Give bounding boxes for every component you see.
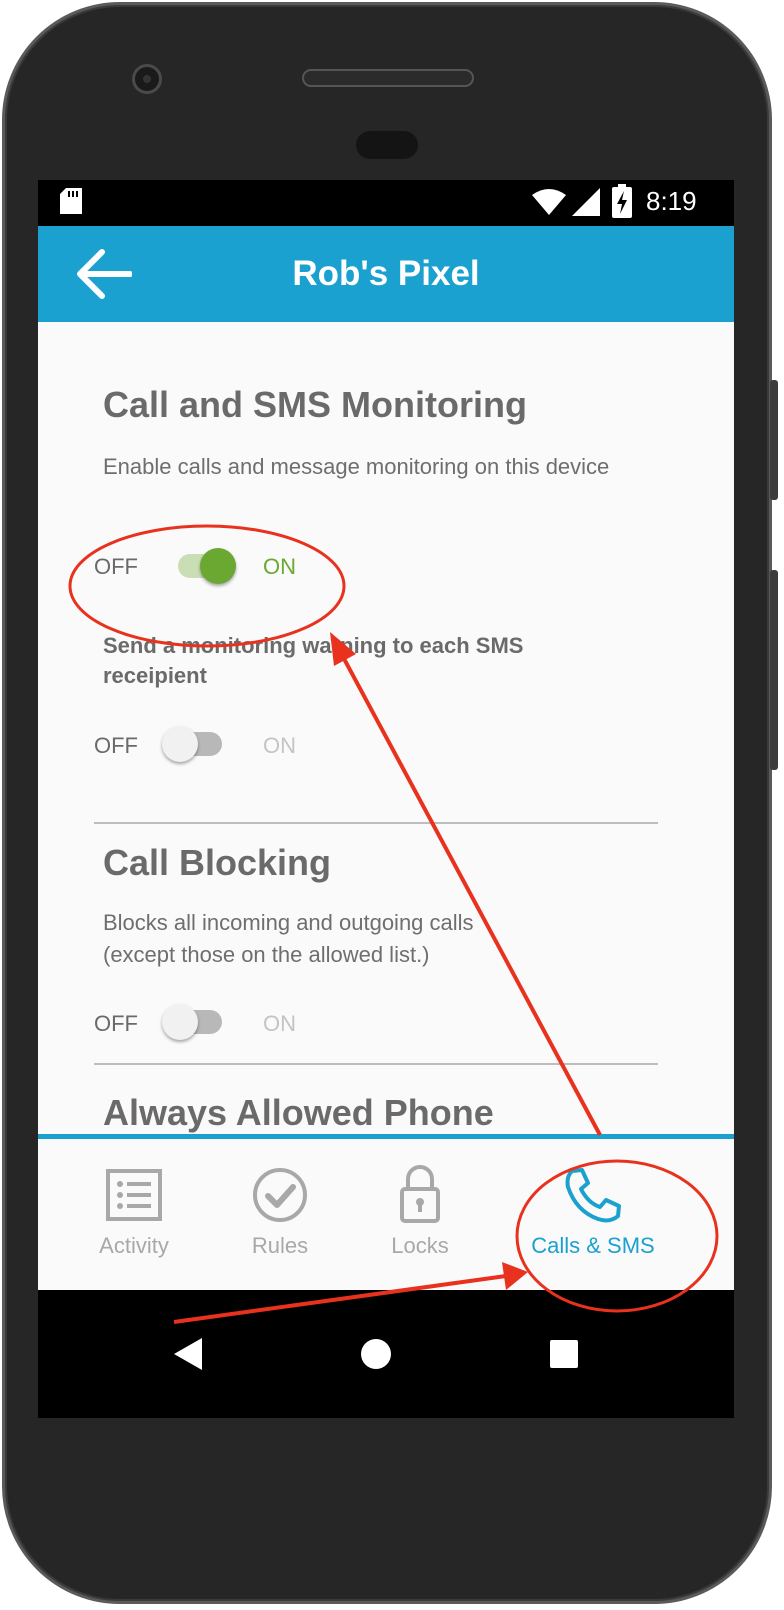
- annotation-arrow-to-nav: [173, 1262, 528, 1324]
- annotation-nav-circle: [515, 1159, 719, 1313]
- annotation-arrow-to-toggle: [330, 632, 602, 1136]
- annotation-toggle-circle: [68, 524, 346, 648]
- annotation-overlay: [68, 524, 719, 1324]
